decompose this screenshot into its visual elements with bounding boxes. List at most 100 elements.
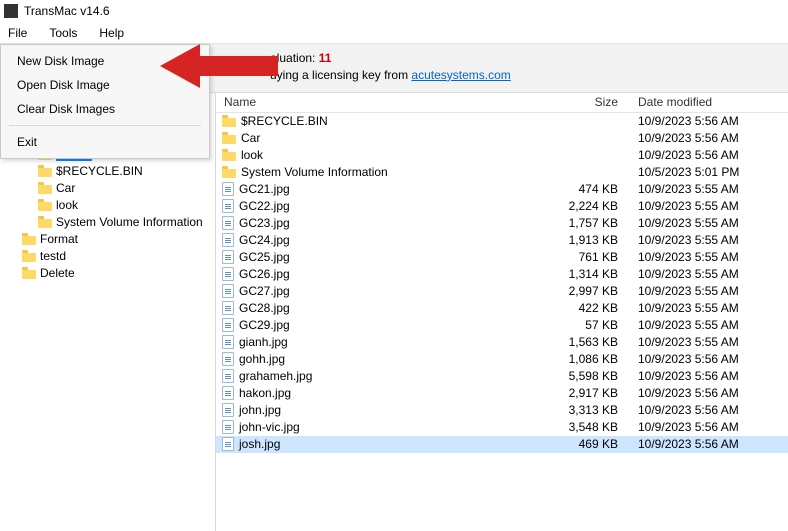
file-date: 10/9/2023 5:56 AM [628, 114, 788, 128]
file-icon [222, 267, 234, 281]
file-icon [222, 369, 234, 383]
list-row[interactable]: GC23.jpg1,757 KB10/9/2023 5:55 AM [216, 215, 788, 232]
folder-icon [38, 182, 52, 194]
file-name: GC27.jpg [239, 284, 290, 298]
file-icon [222, 301, 234, 315]
list-row[interactable]: GC24.jpg1,913 KB10/9/2023 5:55 AM [216, 232, 788, 249]
list-row[interactable]: GC21.jpg474 KB10/9/2023 5:55 AM [216, 181, 788, 198]
file-icon [222, 182, 234, 196]
list-row[interactable]: john.jpg 3,313 KB10/9/2023 5:56 AM [216, 402, 788, 419]
list-row[interactable]: look 10/9/2023 5:56 AM [216, 147, 788, 164]
list-row[interactable]: GC27.jpg2,997 KB10/9/2023 5:55 AM [216, 283, 788, 300]
list-row[interactable]: GC22.jpg2,224 KB10/9/2023 5:55 AM [216, 198, 788, 215]
list-row[interactable]: josh.jpg469 KB10/9/2023 5:56 AM [216, 436, 788, 453]
list-row[interactable]: $RECYCLE.BIN 10/9/2023 5:56 AM [216, 113, 788, 130]
file-icon [222, 216, 234, 230]
file-size: 57 KB [548, 318, 628, 332]
folder-icon [22, 233, 36, 245]
file-icon [222, 352, 234, 366]
file-date: 10/9/2023 5:55 AM [628, 182, 788, 196]
file-name: GC23.jpg [239, 216, 290, 230]
window-title: TransMac v14.6 [24, 4, 110, 18]
list-row[interactable]: gianh.jpg1,563 KB10/9/2023 5:55 AM [216, 334, 788, 351]
tree-item[interactable]: System Volume Information [4, 214, 213, 231]
file-size: 1,314 KB [548, 267, 628, 281]
folder-icon [38, 216, 52, 228]
file-size: 2,224 KB [548, 199, 628, 213]
folder-icon [38, 165, 52, 177]
menu-tools[interactable]: Tools [39, 24, 87, 42]
column-header-date[interactable]: Date modified [628, 95, 788, 109]
list-row[interactable]: GC29.jpg 57 KB10/9/2023 5:55 AM [216, 317, 788, 334]
menu-exit[interactable]: Exit [3, 130, 207, 154]
file-name: gohh.jpg [239, 352, 285, 366]
file-date: 10/9/2023 5:56 AM [628, 148, 788, 162]
menu-help[interactable]: Help [89, 24, 134, 42]
menu-new-disk-image[interactable]: New Disk Image [3, 49, 207, 73]
file-date: 10/9/2023 5:56 AM [628, 352, 788, 366]
file-name: grahameh.jpg [239, 369, 312, 383]
file-date: 10/5/2023 5:01 PM [628, 165, 788, 179]
file-date: 10/9/2023 5:55 AM [628, 335, 788, 349]
tree-item[interactable]: Format [4, 231, 213, 248]
file-icon [222, 403, 234, 417]
file-name: john.jpg [239, 403, 281, 417]
file-date: 10/9/2023 5:55 AM [628, 284, 788, 298]
file-size: 2,917 KB [548, 386, 628, 400]
list-row[interactable]: grahameh.jpg5,598 KB10/9/2023 5:56 AM [216, 368, 788, 385]
file-icon [222, 335, 234, 349]
list-body: $RECYCLE.BIN10/9/2023 5:56 AMCar10/9/202… [216, 113, 788, 453]
file-icon [222, 233, 234, 247]
file-name: GC25.jpg [239, 250, 290, 264]
file-name: GC29.jpg [239, 318, 290, 332]
tree-item[interactable]: testd [4, 248, 213, 265]
folder-icon [222, 132, 236, 144]
menu-separator [9, 125, 201, 126]
menubar: File Tools Help [0, 22, 788, 44]
list-row[interactable]: GC28.jpg422 KB10/9/2023 5:55 AM [216, 300, 788, 317]
list-row[interactable]: GC26.jpg1,314 KB10/9/2023 5:55 AM [216, 266, 788, 283]
file-name: GC26.jpg [239, 267, 290, 281]
file-date: 10/9/2023 5:55 AM [628, 216, 788, 230]
file-date: 10/9/2023 5:56 AM [628, 386, 788, 400]
file-date: 10/9/2023 5:56 AM [628, 403, 788, 417]
file-icon [222, 199, 234, 213]
file-name: $RECYCLE.BIN [241, 114, 328, 128]
list-row[interactable]: gohh.jpg 1,086 KB10/9/2023 5:56 AM [216, 351, 788, 368]
column-header-size[interactable]: Size [548, 95, 628, 109]
file-date: 10/9/2023 5:56 AM [628, 437, 788, 451]
eval-prefix: aluation: [270, 51, 315, 65]
file-size: 469 KB [548, 437, 628, 451]
file-size: 474 KB [548, 182, 628, 196]
file-name: look [241, 148, 263, 162]
list-row[interactable]: System Volume Information 10/5/2023 5:01 … [216, 164, 788, 181]
file-name: john-vic.jpg [239, 420, 300, 434]
file-icon [222, 284, 234, 298]
file-name: System Volume Information [241, 165, 388, 179]
tree-item[interactable]: $RECYCLE.BIN [4, 163, 213, 180]
file-name: GC28.jpg [239, 301, 290, 315]
file-date: 10/9/2023 5:56 AM [628, 131, 788, 145]
tree-item[interactable]: Delete [4, 265, 213, 282]
eval-count: 11 [319, 51, 332, 65]
file-menu-dropdown: New Disk Image Open Disk Image Clear Dis… [0, 44, 210, 159]
file-size: 3,548 KB [548, 420, 628, 434]
list-row[interactable]: Car10/9/2023 5:56 AM [216, 130, 788, 147]
list-row[interactable]: GC25.jpg761 KB10/9/2023 5:55 AM [216, 249, 788, 266]
file-size: 5,598 KB [548, 369, 628, 383]
menu-open-disk-image[interactable]: Open Disk Image [3, 73, 207, 97]
file-size: 1,086 KB [548, 352, 628, 366]
file-date: 10/9/2023 5:55 AM [628, 233, 788, 247]
file-icon [222, 318, 234, 332]
list-row[interactable]: hakon.jpg2,917 KB10/9/2023 5:56 AM [216, 385, 788, 402]
file-date: 10/9/2023 5:55 AM [628, 318, 788, 332]
file-size: 3,313 KB [548, 403, 628, 417]
column-header-name[interactable]: Name [216, 95, 548, 109]
tree-item[interactable]: look [4, 197, 213, 214]
menu-file[interactable]: File [4, 24, 37, 42]
tree-item[interactable]: Car [4, 180, 213, 197]
menu-clear-disk-images[interactable]: Clear Disk Images [3, 97, 207, 121]
list-pane: Name Size Date modified $RECYCLE.BIN 10/9… [216, 93, 788, 531]
license-link[interactable]: acutesystems.com [411, 68, 510, 82]
list-row[interactable]: john-vic.jpg3,548 KB10/9/2023 5:56 AM [216, 419, 788, 436]
